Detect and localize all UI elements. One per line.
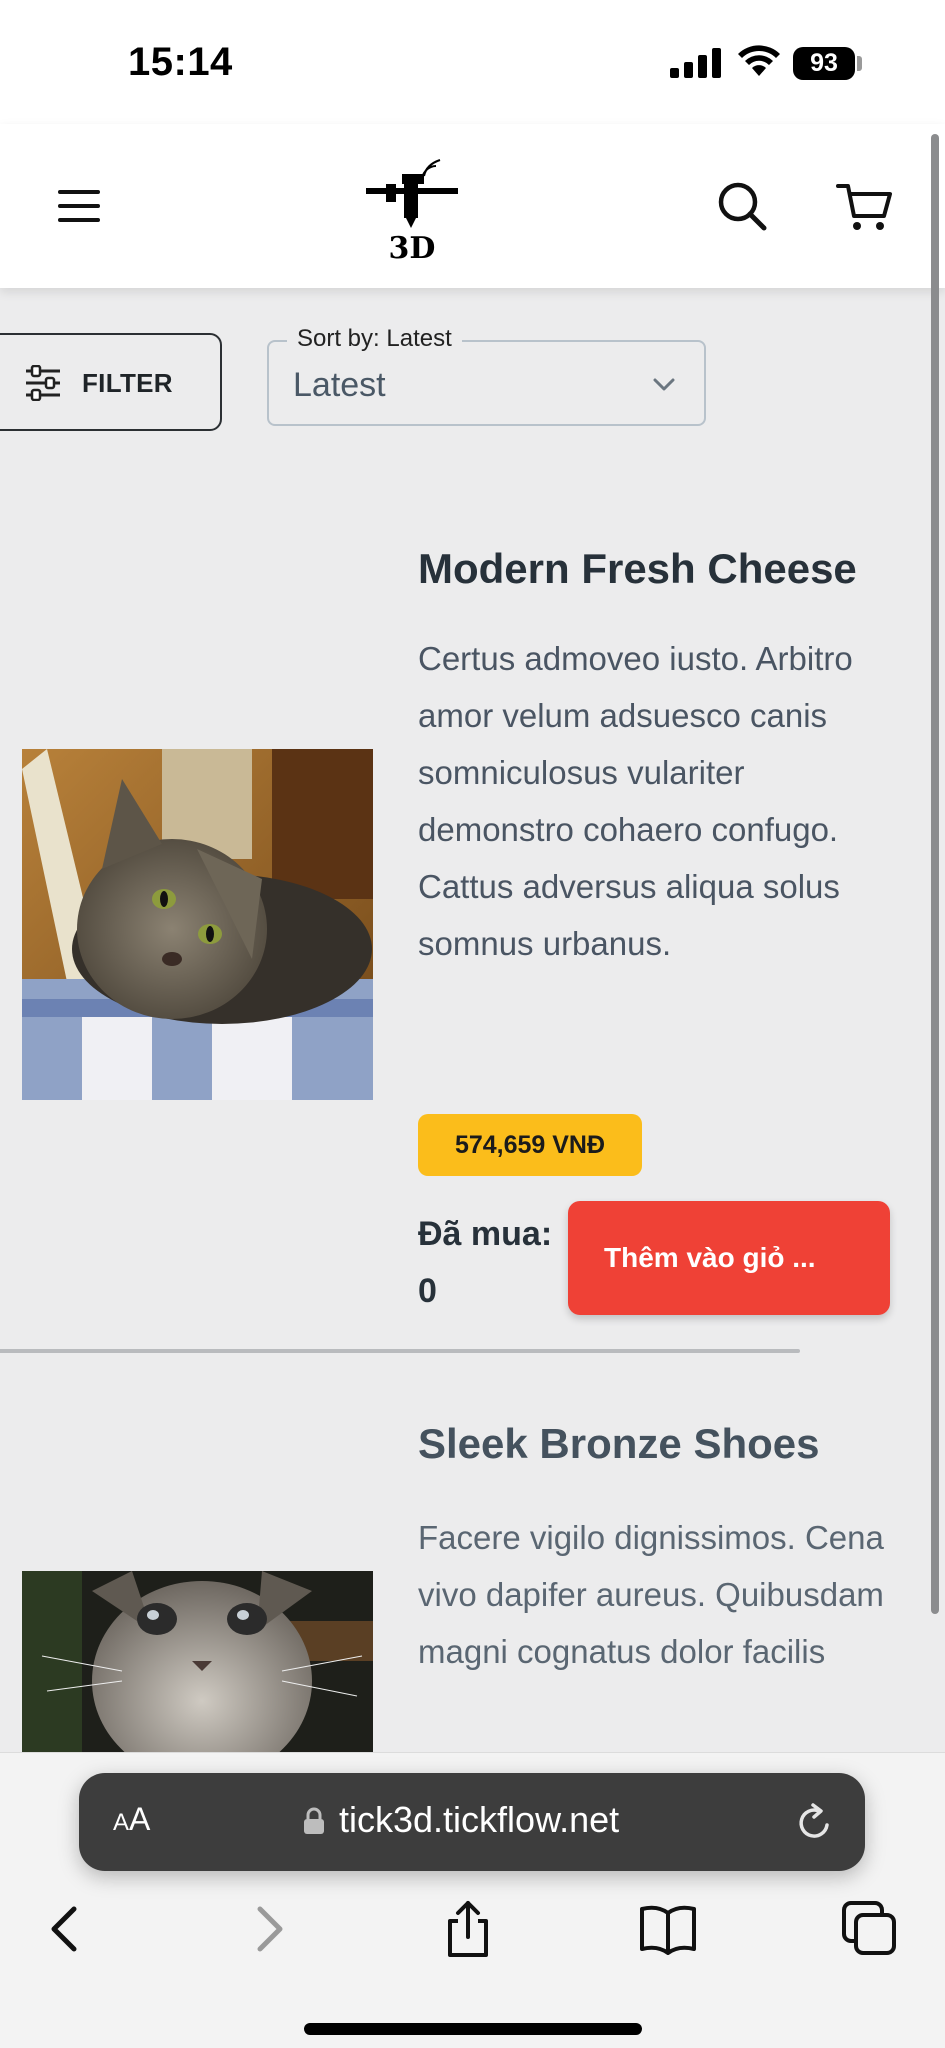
share-icon[interactable] [438,1899,498,1959]
page-scrollbar[interactable] [931,134,939,1614]
product-image-cat-tabby[interactable] [22,749,373,1100]
site-logo[interactable]: 3D [364,154,460,262]
home-indicator[interactable] [304,2023,642,2035]
address-bar[interactable]: AA tick3d.tickflow.net [79,1773,865,1871]
sort-select[interactable]: Sort by: Latest Latest [267,325,706,426]
chevron-down-icon [653,378,675,391]
purchased-count: Đã mua: 0 [418,1215,553,1310]
filter-label: FILTER [82,368,173,398]
menu-icon[interactable] [50,176,110,236]
sort-select-label: Sort by: Latest [287,325,462,353]
status-time: 15:14 [128,40,233,84]
url-text[interactable]: tick3d.tickflow.net [339,1799,619,1841]
filter-button[interactable]: FILTER [0,333,222,431]
aa-large-glyph: A [129,1801,151,1837]
status-bar: 15:14 93 [0,0,945,124]
battery-indicator: 93 [793,47,855,80]
product-title[interactable]: Sleek Bronze Shoes [418,1420,819,1468]
reload-icon[interactable] [795,1801,835,1843]
product-description: Certus admoveo iusto. Arbitro amor velum… [418,640,853,962]
product-description: Facere vigilo dignissimos. Cena vivo dap… [418,1519,884,1670]
cart-icon[interactable] [834,176,894,236]
sort-select-value: Latest [293,366,386,404]
aa-small-glyph: A [113,1809,130,1836]
battery-cap [857,56,862,71]
tabs-overview-icon[interactable] [840,1899,900,1959]
forward-arrow-icon[interactable] [238,1899,298,1959]
add-to-cart-button[interactable]: Thêm vào giỏ ... [568,1201,890,1315]
browser-toolbar: AA tick3d.tickflow.net [0,1752,945,2048]
product-divider [0,1349,800,1353]
lock-icon [304,1807,324,1834]
wifi-icon [738,45,780,76]
product-image-cat-kitten[interactable] [22,1571,373,1753]
search-icon[interactable] [712,176,772,236]
kitten-photo [22,1571,373,1753]
back-arrow-icon[interactable] [36,1899,96,1959]
reader-text-size-button[interactable]: AA [113,1801,150,1838]
cat-photo [22,749,373,1100]
price-badge: 574,659 VNĐ [418,1114,642,1176]
cellular-signal-icon [670,48,721,78]
logo-text: 3D [389,231,436,262]
product-title[interactable]: Modern Fresh Cheese [418,545,857,593]
site-header: 3D [0,124,945,288]
filter-sliders-icon [26,365,60,401]
bookmarks-book-icon[interactable] [638,1899,698,1959]
